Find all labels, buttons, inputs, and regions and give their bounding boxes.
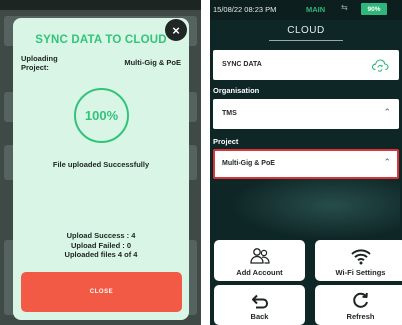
status-bar: 15/08/22 08:23 PM MAIN ⇆ 90%	[210, 0, 402, 20]
organisation-label: Organisation	[213, 86, 260, 95]
organisation-select[interactable]: TMS ⌃	[213, 99, 399, 129]
add-account-icon	[249, 248, 270, 264]
add-account-label: Add Account	[236, 268, 283, 277]
progress-circle: 100%	[74, 88, 129, 143]
project-label: Project	[213, 137, 239, 146]
title-underline	[269, 40, 343, 41]
project-select[interactable]: Multi-Gig & PoE ⌃	[213, 149, 399, 179]
close-icon[interactable]: ×	[165, 19, 187, 41]
close-button[interactable]: CLOSE	[21, 272, 182, 312]
uploaded-files-count: Uploaded files 4 of 4	[64, 250, 138, 259]
upload-status-message: File uploaded Successfully	[52, 160, 150, 169]
status-mode: MAIN	[306, 5, 326, 14]
upload-success-count: Upload Success : 4	[66, 231, 136, 240]
sync-data-label: SYNC DATA	[222, 61, 262, 68]
wifi-settings-button[interactable]: Wi-Fi Settings	[315, 240, 402, 281]
project-name: Multi-Gig & PoE	[124, 58, 181, 67]
back-arrow-icon	[251, 294, 268, 309]
refresh-label: Refresh	[346, 312, 375, 321]
sync-screen: SYNC DATA TO CLOUD Uploading Project: Mu…	[0, 0, 201, 325]
wifi-icon	[350, 249, 371, 265]
back-label: Back	[250, 312, 269, 321]
refresh-icon	[353, 292, 368, 308]
chevron-up-icon: ⌃	[383, 157, 391, 167]
connection-icon: ⇆	[341, 3, 348, 12]
organisation-value: TMS	[222, 110, 237, 117]
status-bar-background	[0, 0, 201, 10]
chevron-up-icon: ⌃	[383, 107, 391, 117]
cloud-screen: 15/08/22 08:23 PM MAIN ⇆ 90% CLOUD SYNC …	[210, 0, 402, 325]
upload-stats: Upload Success : 4 Upload Failed : 0 Upl…	[13, 231, 189, 260]
upload-failed-count: Upload Failed : 0	[70, 240, 131, 250]
status-time: 15/08/22 08:23 PM	[213, 5, 277, 14]
page-title: CLOUD	[287, 25, 325, 36]
sync-data-row[interactable]: SYNC DATA	[213, 50, 399, 80]
wifi-settings-label: Wi-Fi Settings	[335, 268, 386, 277]
add-account-button[interactable]: Add Account	[214, 240, 305, 281]
battery-indicator: 90%	[361, 3, 387, 15]
progress-value: 100%	[84, 108, 119, 123]
uploading-label: Uploading Project:	[21, 54, 58, 72]
background-glow	[230, 170, 400, 240]
refresh-button[interactable]: Refresh	[315, 285, 402, 325]
modal-title: SYNC DATA TO CLOUD	[35, 34, 167, 46]
back-button[interactable]: Back	[214, 285, 305, 325]
cloud-sync-icon[interactable]	[371, 57, 389, 73]
project-value: Multi-Gig & PoE	[222, 160, 275, 167]
sync-modal: SYNC DATA TO CLOUD Uploading Project: Mu…	[13, 18, 189, 320]
